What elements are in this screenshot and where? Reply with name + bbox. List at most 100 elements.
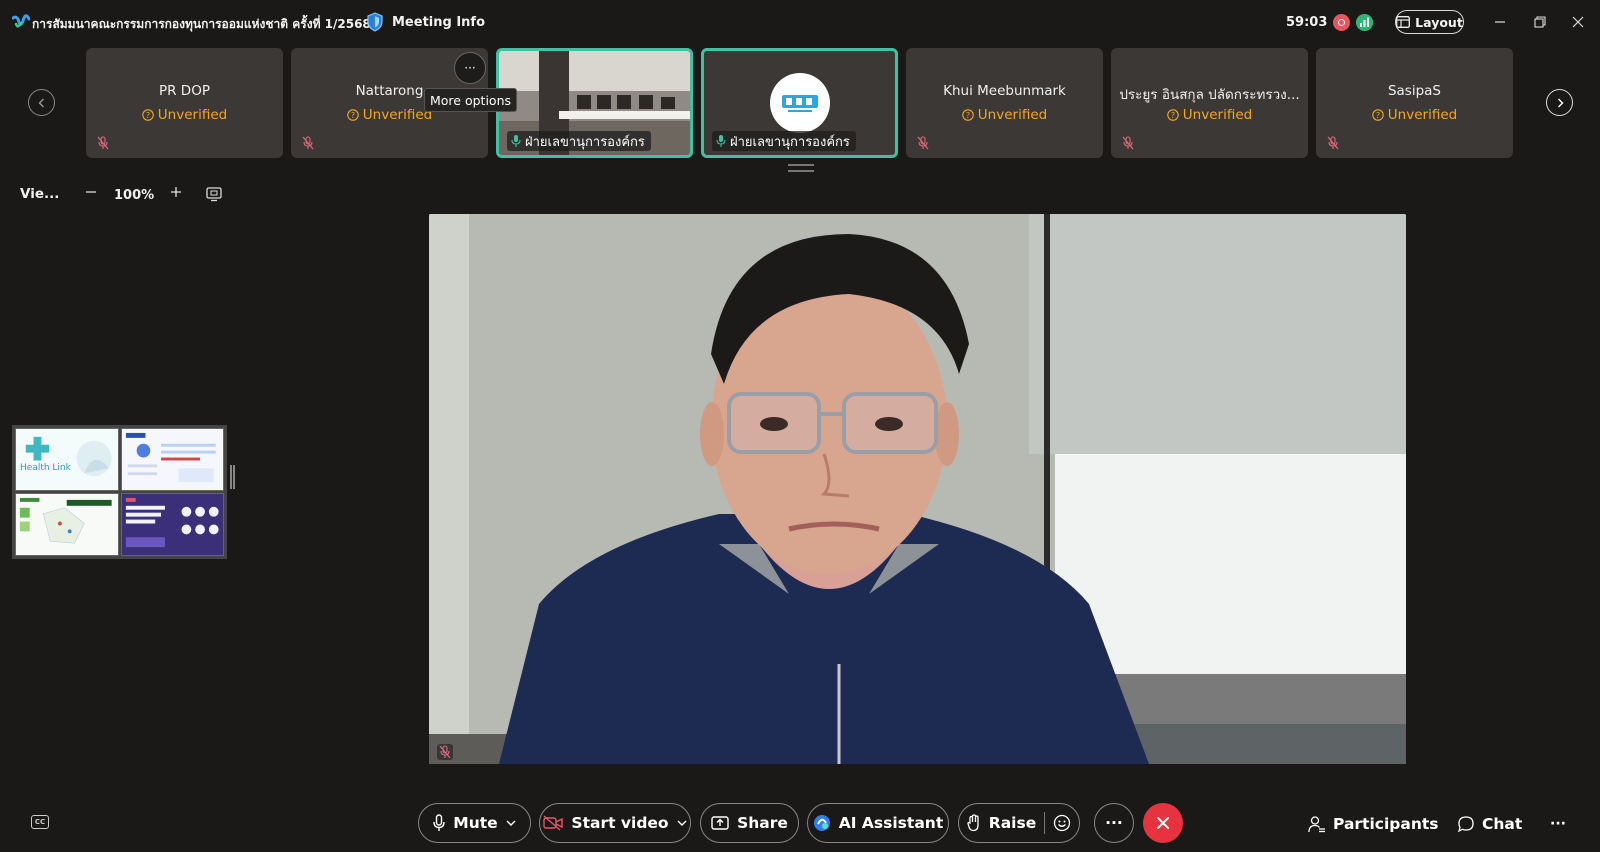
shared-content-thumbnails[interactable]: Health Link xyxy=(12,425,227,559)
view-menu[interactable]: Vie... xyxy=(20,186,59,202)
video-off-icon xyxy=(543,815,564,831)
ellipsis-icon: ··· xyxy=(464,61,476,75)
participant-status: ? Unverified xyxy=(906,107,1103,123)
slide-dashboard-image xyxy=(121,429,223,490)
more-button[interactable]: ··· xyxy=(1094,803,1134,843)
chevron-down-icon[interactable] xyxy=(677,819,687,827)
zoom-level: 100% xyxy=(114,188,155,203)
participant-tile[interactable]: PR DOP ? Unverified xyxy=(86,48,283,158)
restore-icon[interactable] xyxy=(1530,12,1550,32)
fit-screen-icon[interactable] xyxy=(206,186,222,202)
panel-splitter[interactable] xyxy=(230,465,235,489)
mic-muted-icon xyxy=(917,136,929,150)
captions-button[interactable]: CC xyxy=(31,815,49,829)
more-options-tooltip: More options xyxy=(424,88,517,112)
mic-icon xyxy=(433,814,445,831)
chat-button[interactable]: Chat xyxy=(1457,812,1522,836)
participant-name: SasipaS xyxy=(1387,83,1442,99)
layout-icon xyxy=(1396,16,1411,28)
participants-label: Participants xyxy=(1333,815,1439,833)
layout-label: Layout xyxy=(1415,14,1463,30)
ai-assistant-button[interactable]: AI Assistant xyxy=(807,803,949,843)
close-icon xyxy=(1157,817,1169,829)
plus-icon xyxy=(171,187,181,197)
participant-status: ? Unverified xyxy=(86,107,283,123)
participants-button[interactable]: Participants xyxy=(1308,812,1439,836)
reaction-icon[interactable] xyxy=(1053,814,1071,832)
organization-logo xyxy=(770,73,830,133)
layout-button[interactable]: Layout xyxy=(1395,10,1464,34)
raise-hand-icon xyxy=(967,814,979,832)
participants-icon xyxy=(1308,816,1325,833)
raise-hand-button[interactable]: Raise xyxy=(958,803,1080,843)
meeting-timer: 59:03 xyxy=(1286,15,1328,30)
participant-tile-logo[interactable]: ฝ่ายเลขานุการองค์กร xyxy=(701,48,898,158)
ai-assistant-icon xyxy=(813,815,830,831)
share-label: Share xyxy=(737,814,788,832)
participant-name: Khui Meebunmark xyxy=(943,83,1066,99)
start-video-button[interactable]: Start video xyxy=(539,803,691,843)
mic-muted-icon xyxy=(1327,136,1339,150)
mic-muted-icon xyxy=(437,744,453,760)
ai-assistant-label: AI Assistant xyxy=(838,814,944,832)
mic-muted-icon xyxy=(1122,136,1134,150)
more-panels-button[interactable]: ··· xyxy=(1550,812,1566,836)
ellipsis-icon: ··· xyxy=(1550,816,1566,832)
mic-muted-icon xyxy=(97,136,109,150)
slide-map-image xyxy=(16,494,118,555)
slide-thumbnail[interactable]: Health Link xyxy=(15,428,119,491)
strip-next-button[interactable] xyxy=(1546,89,1573,116)
meeting-title: การสัมมนาคณะกรรมการกองทุนการออมแห่งชาติ … xyxy=(32,17,371,31)
chevron-down-icon[interactable] xyxy=(506,819,516,827)
share-button[interactable]: Share xyxy=(700,803,799,843)
participant-status: ? Unverified xyxy=(1111,107,1308,123)
mute-button[interactable]: Mute xyxy=(418,803,531,843)
participant-tile[interactable]: ประยูร อินสกุล ปลัดกระทรวง... ? Unverifi… xyxy=(1111,48,1308,158)
question-circle-icon: ? xyxy=(1372,109,1384,121)
mic-icon xyxy=(716,135,726,147)
slide-platform-image xyxy=(121,494,223,555)
share-screen-icon xyxy=(711,816,729,830)
participant-tile-video[interactable]: ฝ่ายเลขานุการองค์กร xyxy=(496,48,693,158)
raise-label: Raise xyxy=(988,814,1037,832)
ellipsis-icon: ··· xyxy=(1105,814,1123,832)
mute-label: Mute xyxy=(453,814,498,832)
svg-text:?: ? xyxy=(966,111,970,120)
strip-resize-handle[interactable] xyxy=(788,164,814,172)
strip-prev-button[interactable] xyxy=(28,89,55,116)
close-icon[interactable] xyxy=(1568,12,1588,32)
question-circle-icon: ? xyxy=(962,109,974,121)
meeting-info-button[interactable]: Meeting Info xyxy=(366,11,485,33)
svg-text:?: ? xyxy=(1171,111,1175,120)
zoom-out-button[interactable] xyxy=(83,186,99,202)
question-circle-icon: ? xyxy=(142,109,154,121)
start-video-label: Start video xyxy=(571,814,669,832)
slide-thumbnail[interactable] xyxy=(120,493,224,556)
nsf-logo-icon xyxy=(782,95,818,112)
participant-name: PR DOP xyxy=(159,83,210,99)
chat-icon xyxy=(1457,816,1474,833)
zoom-in-button[interactable] xyxy=(168,185,184,201)
participant-tile[interactable]: Khui Meebunmark ? Unverified xyxy=(906,48,1103,158)
record-icon[interactable] xyxy=(1333,14,1350,31)
chevron-left-icon xyxy=(38,98,44,107)
chevron-right-icon xyxy=(1557,98,1563,107)
participant-name: ประยูร อินสกุล ปลัดกระทรวง... xyxy=(1119,87,1300,103)
more-options-button[interactable]: ··· xyxy=(454,52,486,84)
shield-icon xyxy=(367,12,383,32)
svg-text:?: ? xyxy=(351,111,355,120)
slide-thumbnail[interactable] xyxy=(15,493,119,556)
minimize-icon[interactable] xyxy=(1490,12,1510,32)
slide-thumbnail[interactable] xyxy=(120,428,224,491)
participant-tile[interactable]: SasipaS ? Unverified xyxy=(1316,48,1513,158)
captions-icon: CC xyxy=(34,818,46,826)
mic-muted-icon xyxy=(302,136,314,150)
svg-text:?: ? xyxy=(146,111,150,120)
question-circle-icon: ? xyxy=(1167,109,1179,121)
minus-icon xyxy=(86,191,96,193)
webex-logo-icon xyxy=(12,14,30,28)
svg-text:?: ? xyxy=(1376,111,1380,120)
main-video-stage[interactable] xyxy=(429,214,1406,764)
leave-meeting-button[interactable] xyxy=(1143,803,1183,843)
signal-icon[interactable] xyxy=(1356,14,1373,31)
